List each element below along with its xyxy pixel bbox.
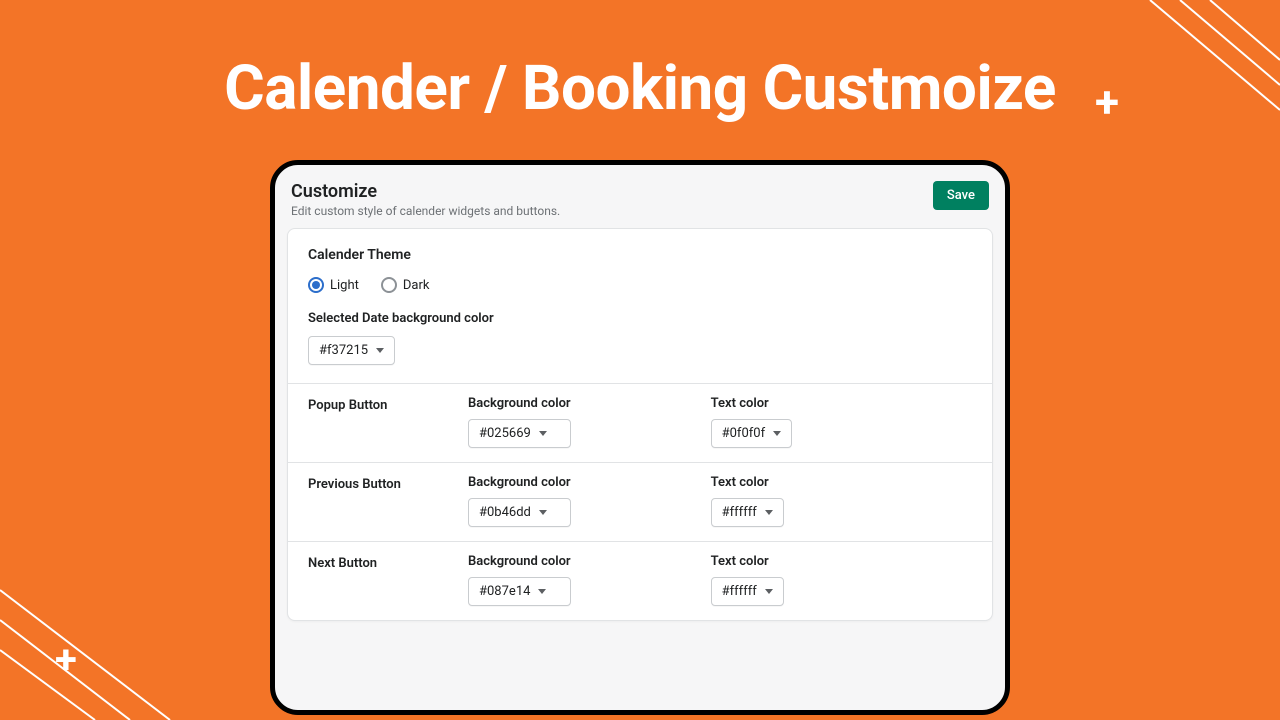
promo-stage: Calender / Booking Custmoize + + Customi… — [0, 0, 1280, 720]
color-value: #0f0f0f — [722, 426, 765, 441]
plus-icon: + — [1095, 80, 1119, 124]
color-value: #ffffff — [722, 505, 757, 520]
radio-label: Dark — [403, 278, 430, 293]
caret-down-icon — [539, 510, 547, 515]
previous-bg-picker[interactable]: #0b46dd — [468, 498, 571, 527]
bg-label: Background color — [468, 554, 571, 569]
text-label: Text color — [711, 475, 784, 490]
row-title: Next Button — [308, 554, 468, 571]
text-label: Text color — [711, 396, 792, 411]
bg-label: Background color — [468, 396, 571, 411]
panel-subtitle: Edit custom style of calender widgets an… — [291, 204, 560, 218]
caret-down-icon — [538, 589, 546, 594]
color-value: #025669 — [479, 426, 531, 441]
panel-header: Customize Edit custom style of calender … — [287, 177, 993, 228]
text-label: Text color — [711, 554, 784, 569]
device-frame: Customize Edit custom style of calender … — [270, 160, 1010, 715]
radio-dot-icon — [381, 277, 397, 293]
save-button[interactable]: Save — [933, 181, 989, 210]
page-headline: Calender / Booking Custmoize — [0, 52, 1280, 125]
radio-dot-icon — [308, 277, 324, 293]
caret-down-icon — [773, 431, 781, 436]
next-bg-picker[interactable]: #087e14 — [468, 577, 571, 606]
plus-icon: + — [55, 640, 77, 680]
previous-button-row: Previous Button Background color #0b46dd… — [288, 462, 992, 541]
caret-down-icon — [539, 431, 547, 436]
selected-date-bg-picker[interactable]: #f37215 — [308, 336, 395, 365]
row-title: Previous Button — [308, 475, 468, 492]
popup-text-picker[interactable]: #0f0f0f — [711, 419, 792, 448]
caret-down-icon — [376, 348, 384, 353]
decor-lines-bottom — [0, 550, 210, 720]
previous-text-picker[interactable]: #ffffff — [711, 498, 784, 527]
row-title: Popup Button — [308, 396, 468, 413]
color-value: #ffffff — [722, 584, 757, 599]
color-value: #0b46dd — [479, 505, 531, 520]
panel-title: Customize — [291, 181, 560, 202]
theme-radio-light[interactable]: Light — [308, 277, 359, 293]
radio-label: Light — [330, 278, 359, 293]
next-button-row: Next Button Background color #087e14 Tex… — [288, 541, 992, 620]
color-value: #f37215 — [319, 343, 368, 358]
caret-down-icon — [765, 589, 773, 594]
popup-button-row: Popup Button Background color #025669 Te… — [288, 383, 992, 462]
popup-bg-picker[interactable]: #025669 — [468, 419, 571, 448]
caret-down-icon — [765, 510, 773, 515]
bg-label: Background color — [468, 475, 571, 490]
color-value: #087e14 — [479, 584, 530, 599]
next-text-picker[interactable]: #ffffff — [711, 577, 784, 606]
theme-section-title: Calender Theme — [308, 247, 972, 263]
selected-date-bg-label: Selected Date background color — [308, 311, 972, 326]
theme-section: Calender Theme Light Dark Selected Date … — [288, 229, 992, 383]
customize-card: Calender Theme Light Dark Selected Date … — [287, 228, 993, 621]
theme-radio-dark[interactable]: Dark — [381, 277, 430, 293]
theme-radio-group: Light Dark — [308, 277, 972, 293]
